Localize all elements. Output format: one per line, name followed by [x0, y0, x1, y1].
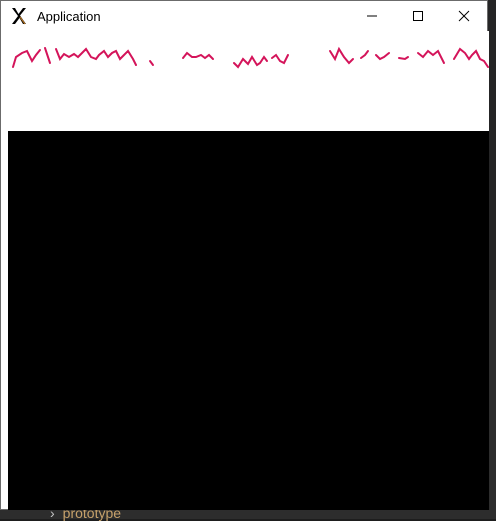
maximize-icon	[413, 11, 423, 21]
stroke-segment-3	[55, 47, 137, 66]
stroke-segment-9	[360, 50, 369, 59]
stroke-segment-8	[329, 46, 354, 65]
maximize-button[interactable]	[395, 1, 441, 31]
x-app-icon	[12, 8, 26, 25]
application-window: Application	[0, 0, 489, 510]
title-bar[interactable]: Application	[1, 1, 487, 31]
close-button[interactable]	[441, 1, 487, 31]
stroke-segment-7	[271, 53, 289, 65]
stroke-segment-12	[417, 49, 445, 64]
close-icon	[458, 10, 470, 22]
stroke-segment-1	[12, 49, 41, 68]
drawing-canvas[interactable]	[8, 31, 489, 131]
canvas-dark-region[interactable]	[8, 131, 489, 510]
stroke-segment-5	[182, 51, 214, 60]
stroke-segment-2	[44, 47, 51, 64]
stroke-segment-6	[233, 55, 268, 69]
stroke-segment-13	[453, 47, 489, 68]
stroke-segment-11	[398, 56, 409, 61]
stroke-segment-10	[375, 52, 390, 61]
stroke-segment-4	[149, 60, 154, 66]
minimize-button[interactable]	[349, 1, 395, 31]
window-title: Application	[37, 9, 101, 24]
minimize-icon	[367, 15, 377, 17]
